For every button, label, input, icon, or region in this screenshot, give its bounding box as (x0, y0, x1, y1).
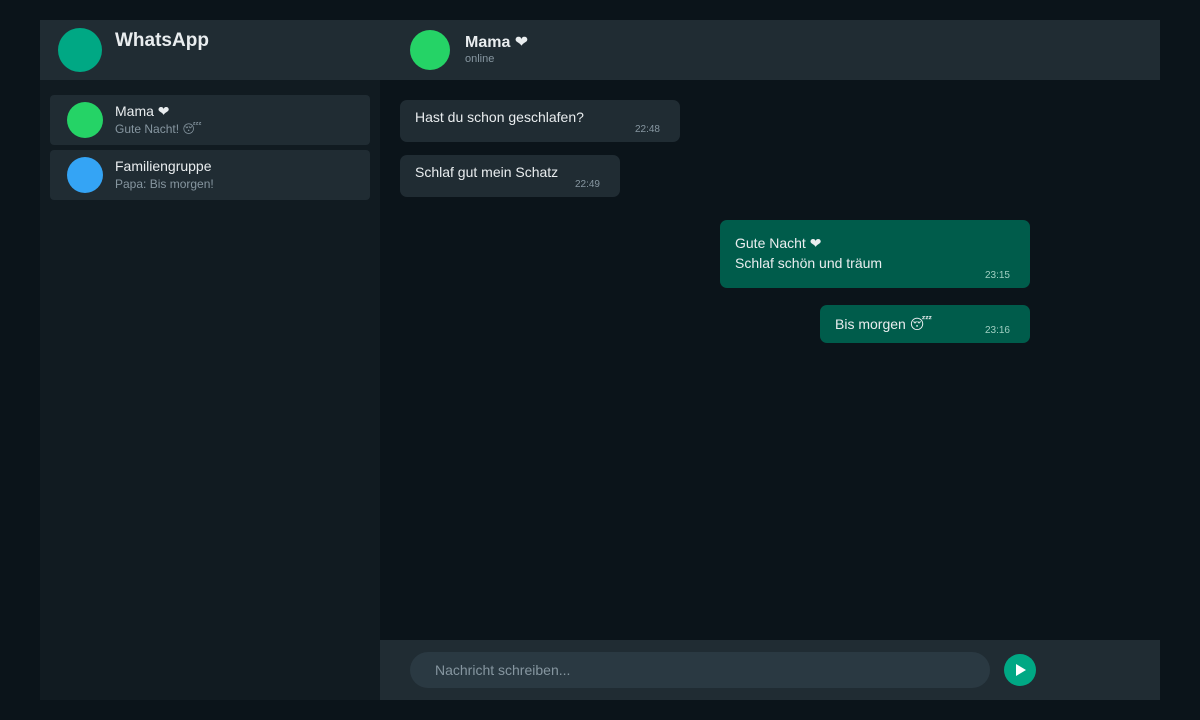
message-line: Schlaf schön und träum (735, 255, 883, 271)
message-time: 23:15 (984, 270, 1010, 281)
message-list: Hast du schon geschlafen? 22:48 Schlaf g… (380, 80, 1160, 640)
send-icon (1016, 664, 1026, 676)
message-incoming[interactable]: Hast du schon geschlafen? 22:48 (400, 100, 680, 142)
contact-name: Mama ❤ (465, 34, 529, 51)
chat-name: Mama ❤ (115, 103, 170, 119)
message-text: Schlaf gut mein Schatz (415, 164, 559, 180)
chat-panel: Mama ❤ online Hast du schon geschlafen? … (380, 20, 1160, 700)
whatsapp-app: WhatsApp Mama ❤ Gute Nacht! 😴 Familiengr… (40, 20, 1160, 700)
message-time: 22:49 (574, 179, 600, 190)
chat-preview: Papa: Bis morgen! (115, 177, 214, 191)
sidebar: WhatsApp Mama ❤ Gute Nacht! 😴 Familiengr… (40, 20, 380, 700)
message-composer (380, 640, 1160, 700)
chat-header[interactable]: Mama ❤ online (380, 20, 1160, 80)
chat-item-familiengruppe[interactable]: Familiengruppe Papa: Bis morgen! (50, 150, 370, 200)
sidebar-header: WhatsApp (40, 20, 380, 80)
message-time: 23:16 (984, 325, 1010, 336)
app-title: WhatsApp (115, 30, 209, 51)
avatar (67, 157, 103, 193)
message-text: Hast du schon geschlafen? (415, 109, 584, 125)
message-input[interactable] (410, 652, 990, 688)
message-text: Gute Nacht ❤ Schlaf schön und träum (735, 233, 882, 273)
chat-preview: Gute Nacht! 😴 (115, 122, 202, 136)
message-line: Gute Nacht ❤ (735, 235, 822, 251)
chat-name: Familiengruppe (115, 158, 212, 174)
message-time: 22:48 (634, 124, 660, 135)
chat-list: Mama ❤ Gute Nacht! 😴 Familiengruppe Papa… (50, 95, 370, 205)
contact-status: online (465, 53, 495, 65)
avatar (67, 102, 103, 138)
contact-avatar[interactable] (410, 30, 450, 70)
message-text: Bis morgen 😴 (835, 316, 933, 332)
message-incoming[interactable]: Schlaf gut mein Schatz 22:49 (400, 155, 620, 197)
chat-item-mama[interactable]: Mama ❤ Gute Nacht! 😴 (50, 95, 370, 145)
profile-avatar[interactable] (58, 28, 102, 72)
message-outgoing[interactable]: Gute Nacht ❤ Schlaf schön und träum 23:1… (720, 220, 1030, 288)
send-button[interactable] (1004, 654, 1036, 686)
message-outgoing[interactable]: Bis morgen 😴 23:16 (820, 305, 1030, 343)
